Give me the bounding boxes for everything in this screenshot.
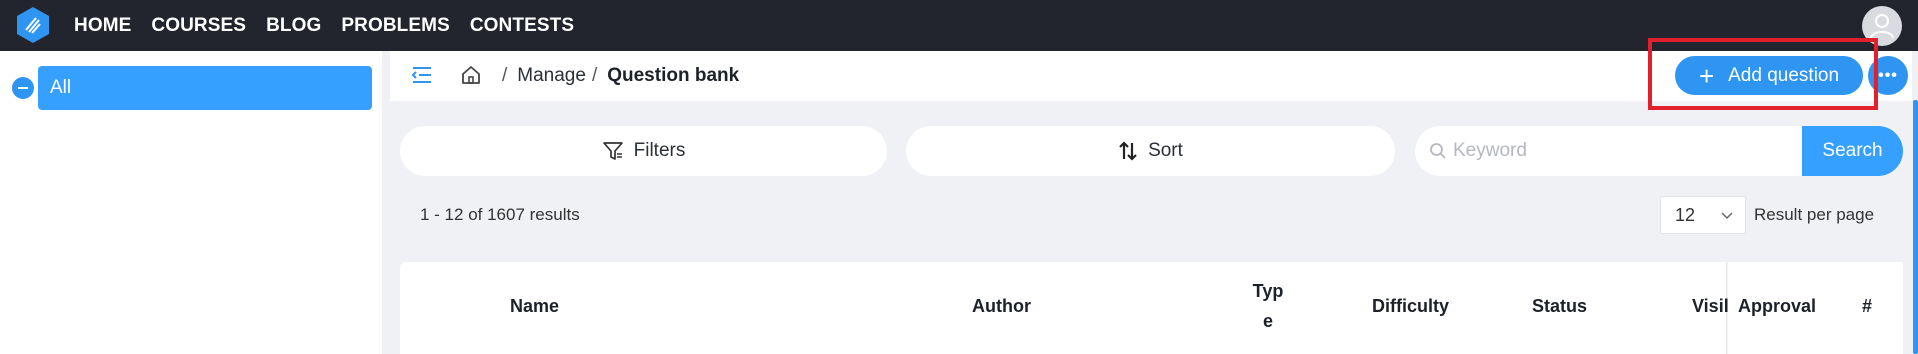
top-navbar: HOME COURSES BLOG PROBLEMS CONTESTS <box>0 0 1918 51</box>
nav-home[interactable]: HOME <box>74 15 131 37</box>
filter-icon <box>602 142 623 160</box>
filters-button[interactable]: Filters <box>400 126 887 176</box>
column-difficulty[interactable]: Difficulty <box>1372 296 1449 317</box>
logo-icon[interactable] <box>14 6 52 44</box>
per-page-value: 12 <box>1675 204 1696 225</box>
nav-courses[interactable]: COURSES <box>151 15 246 37</box>
column-type[interactable]: Typ e <box>1248 276 1288 336</box>
column-approval[interactable]: Approval <box>1738 296 1816 317</box>
column-number[interactable]: # <box>1862 296 1872 317</box>
home-icon[interactable] <box>460 64 482 86</box>
sticky-divider <box>1726 262 1729 354</box>
column-name[interactable]: Name <box>510 296 559 317</box>
highlight-annotation <box>1648 38 1878 110</box>
tree-item-all[interactable]: All <box>38 66 372 110</box>
filters-label: Filters <box>633 140 686 161</box>
questions-table-header: Name Author Typ e Difficulty Status Visi… <box>400 262 1903 354</box>
search-button[interactable]: Search <box>1802 126 1903 176</box>
per-page-select[interactable]: 12 <box>1660 196 1746 234</box>
search-icon <box>1430 143 1446 159</box>
per-page-label: Result per page <box>1754 205 1875 224</box>
column-author[interactable]: Author <box>972 296 1031 317</box>
column-status[interactable]: Status <box>1532 296 1587 317</box>
page-scrollbar[interactable] <box>1913 100 1918 354</box>
breadcrumb-manage[interactable]: Manage <box>517 65 586 87</box>
collapse-icon[interactable] <box>12 77 34 99</box>
breadcrumb-separator: / <box>591 65 598 86</box>
nav-problems[interactable]: PROBLEMS <box>341 15 449 37</box>
breadcrumb-separator: / <box>502 65 508 86</box>
chevron-down-icon <box>1721 212 1733 220</box>
search-box: Search <box>1415 126 1903 176</box>
tree-item-label: All <box>50 77 72 98</box>
breadcrumb: / Manage / Question bank <box>492 51 739 101</box>
sort-label: Sort <box>1148 140 1183 161</box>
breadcrumb-current: Question bank <box>607 65 740 86</box>
search-input[interactable] <box>1453 126 1793 176</box>
more-label: ••• <box>1878 66 1898 84</box>
column-visibility[interactable]: Visil <box>1692 296 1729 317</box>
sort-button[interactable]: Sort <box>906 126 1395 176</box>
results-summary: 1 - 12 of 1607 results <box>420 205 580 224</box>
sort-icon <box>1119 141 1137 161</box>
main-nav: HOME COURSES BLOG PROBLEMS CONTESTS <box>74 0 594 51</box>
column-type-line1: Typ <box>1252 281 1284 301</box>
category-sidebar: All <box>0 51 382 354</box>
menu-toggle-icon[interactable] <box>410 63 434 87</box>
nav-contests[interactable]: CONTESTS <box>470 15 574 37</box>
column-type-line2: e <box>1262 311 1273 331</box>
nav-blog[interactable]: BLOG <box>266 15 321 37</box>
